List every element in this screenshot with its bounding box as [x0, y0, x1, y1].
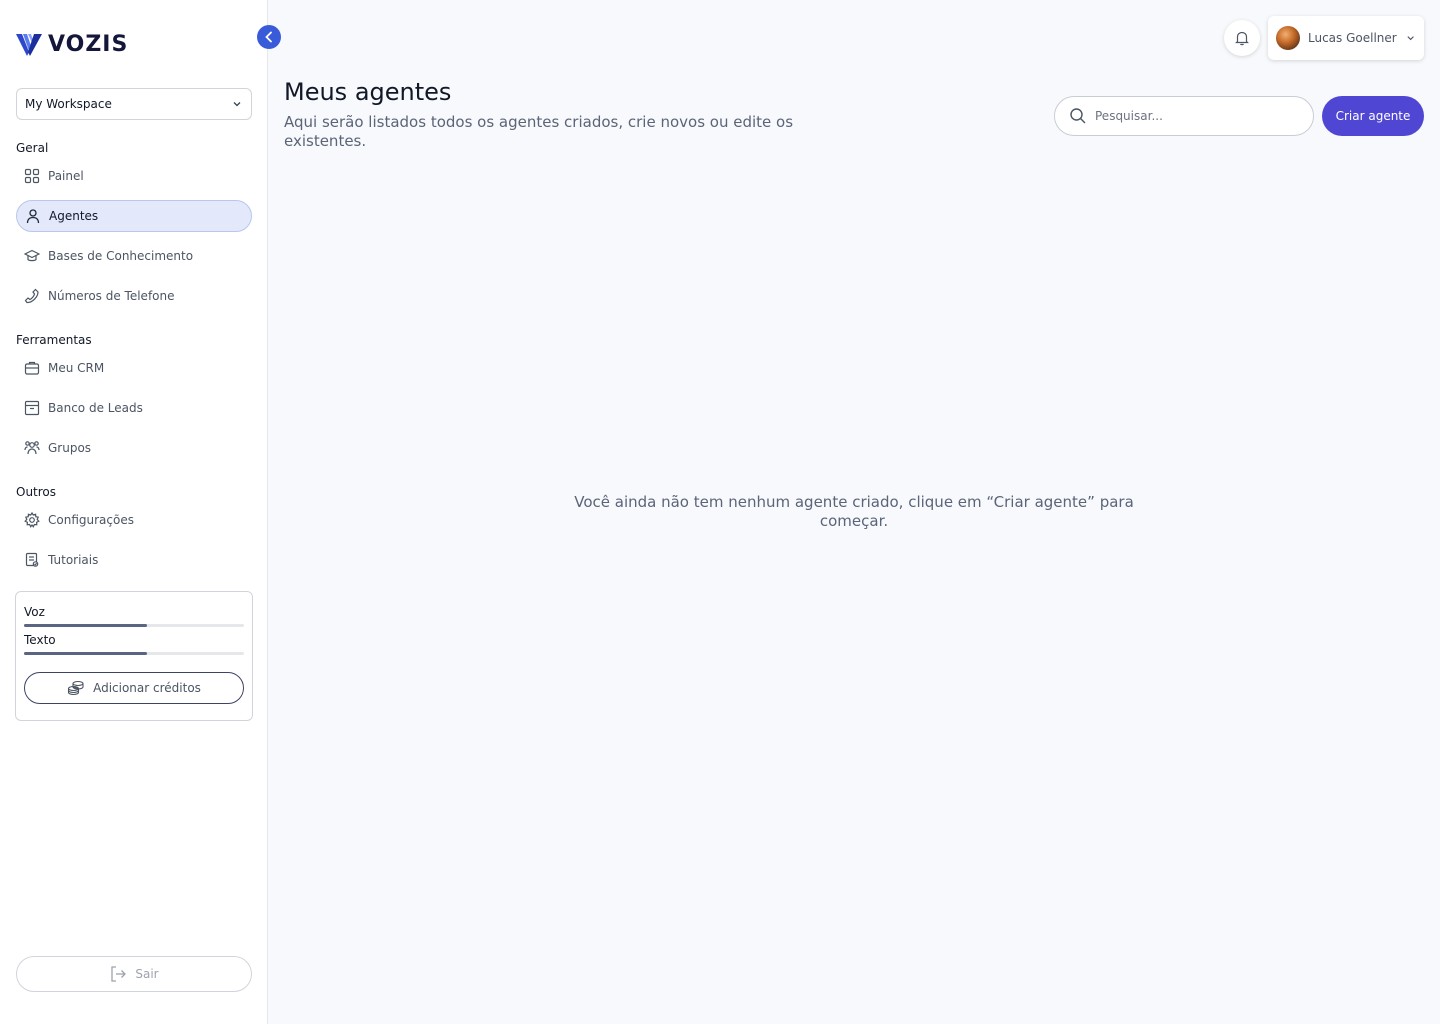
coins-icon	[68, 680, 84, 696]
logout-label: Sair	[135, 967, 159, 981]
chevron-left-icon	[265, 31, 272, 43]
phone-icon	[24, 288, 39, 304]
archive-icon	[24, 400, 40, 416]
avatar	[1276, 26, 1300, 50]
chevron-down-icon	[233, 102, 241, 107]
sidebar-item-grupos[interactable]: Grupos	[16, 432, 252, 464]
search-icon	[1070, 108, 1086, 124]
voice-credits-bar	[24, 624, 244, 627]
sidebar-item-label: Agentes	[49, 209, 99, 223]
sidebar-item-bases-de-conhecimento[interactable]: Bases de Conhecimento	[16, 240, 252, 272]
sidebar-item-label: Meu CRM	[48, 361, 105, 375]
credits-card: Voz Texto Adicionar créditos	[15, 591, 253, 721]
sidebar-item-label: Configurações	[48, 513, 134, 527]
text-credits-label: Texto	[24, 633, 56, 647]
sidebar-item-configuracoes[interactable]: Configurações	[16, 504, 252, 536]
brand-name: VOZIS	[48, 31, 129, 57]
search-box	[1054, 96, 1314, 136]
sidebar-item-tutoriais[interactable]: Tutoriais	[16, 544, 252, 576]
create-agent-button[interactable]: Criar agente	[1322, 96, 1424, 136]
user-icon	[26, 209, 40, 224]
logout-icon	[111, 966, 127, 982]
page-title: Meus agentes	[284, 78, 452, 106]
bell-icon	[1235, 31, 1249, 46]
sidebar-item-label: Banco de Leads	[48, 401, 143, 415]
add-credits-label: Adicionar créditos	[93, 681, 201, 695]
sidebar-item-banco-de-leads[interactable]: Banco de Leads	[16, 392, 252, 424]
text-credits-bar	[24, 652, 244, 655]
sidebar-item-label: Painel	[48, 169, 84, 183]
logout-button[interactable]: Sair	[16, 956, 252, 992]
text-credits-fill	[24, 652, 148, 655]
empty-state-message: Você ainda não tem nenhum agente criado,…	[574, 493, 1134, 530]
sidebar-item-painel[interactable]: Painel	[16, 160, 252, 192]
page-subtitle: Aqui serão listados todos os agentes cri…	[284, 113, 794, 150]
sidebar-item-label: Bases de Conhecimento	[48, 249, 194, 263]
vozis-logo[interactable]: VOZIS	[16, 30, 128, 58]
chevron-down-icon	[1407, 36, 1414, 41]
sidebar-item-label: Grupos	[48, 441, 92, 455]
sidebar: VOZIS My Workspace Geral Painel Agentes …	[0, 0, 268, 1024]
collapse-sidebar-button[interactable]	[257, 25, 281, 49]
search-input[interactable]	[1095, 109, 1285, 123]
users-icon	[24, 441, 40, 455]
document-icon	[25, 552, 39, 567]
add-credits-button[interactable]: Adicionar créditos	[24, 672, 244, 704]
vozis-logo-mark-icon	[16, 34, 42, 56]
sidebar-item-numeros-de-telefone[interactable]: Números de Telefone	[16, 280, 252, 312]
workspace-value: My Workspace	[25, 97, 112, 111]
gear-icon	[24, 512, 40, 528]
sidebar-item-agentes[interactable]: Agentes	[16, 200, 252, 232]
user-menu[interactable]: Lucas Goellner	[1268, 16, 1424, 60]
sidebar-item-meu-crm[interactable]: Meu CRM	[16, 352, 252, 384]
briefcase-icon	[24, 361, 40, 375]
graduation-cap-icon	[24, 249, 40, 262]
grid-icon	[24, 168, 40, 184]
section-title-ferramentas: Ferramentas	[16, 333, 92, 347]
user-name: Lucas Goellner	[1308, 31, 1397, 45]
section-title-geral: Geral	[16, 141, 49, 155]
voice-credits-fill	[24, 624, 148, 627]
voice-credits-label: Voz	[24, 605, 45, 619]
notifications-button[interactable]	[1224, 20, 1260, 56]
workspace-select[interactable]: My Workspace	[16, 88, 252, 120]
section-title-outros: Outros	[16, 485, 57, 499]
sidebar-item-label: Tutoriais	[48, 553, 99, 567]
sidebar-item-label: Números de Telefone	[48, 289, 175, 303]
